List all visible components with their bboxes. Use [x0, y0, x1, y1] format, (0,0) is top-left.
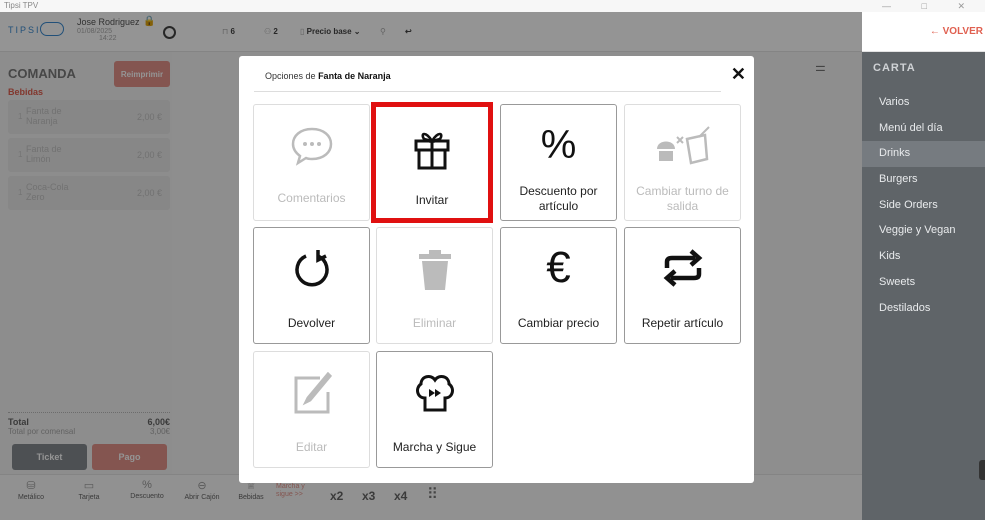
trash-icon [377, 248, 492, 303]
window-controls[interactable]: — □ ✕ [882, 0, 979, 12]
window-title: Tipsi TPV [4, 1, 39, 10]
item-options-modal: Opciones de Fanta de Naranja ✕ Comentari… [239, 56, 754, 483]
option-repetir-articulo[interactable]: Repetir artículo [624, 227, 741, 344]
option-cambiar-precio[interactable]: € Cambiar precio [500, 227, 617, 344]
option-label: Cambiar turno de salida [636, 184, 729, 213]
carta-category-varios[interactable]: Varios [862, 90, 985, 116]
option-eliminar[interactable]: Eliminar [376, 227, 493, 344]
carta-category-drinks[interactable]: Drinks [862, 141, 985, 168]
modal-title: Opciones de Fanta de Naranja [265, 71, 391, 81]
option-descuento-por-articulo[interactable]: % Descuento por artículo [500, 104, 617, 221]
carta-category-sweets[interactable]: Sweets [862, 270, 985, 296]
carta-category-kids[interactable]: Kids [862, 244, 985, 270]
option-marcha-y-sigue[interactable]: Marcha y Sigue [376, 351, 493, 468]
modal-divider [254, 91, 721, 92]
return-icon [254, 248, 369, 301]
carta-category-menu-del-dia[interactable]: Menú del día [862, 116, 985, 142]
filter-settings-icon[interactable]: ⚌ [815, 60, 826, 74]
carta-category-veggie-vegan[interactable]: Veggie y Vegan [862, 218, 985, 244]
option-label: Editar [295, 440, 328, 454]
carta-panel: CARTA Varios Menú del día Drinks Burgers… [862, 52, 985, 520]
repeat-icon [625, 248, 740, 299]
option-label: Eliminar [412, 316, 457, 330]
modal-title-item: Fanta de Naranja [318, 71, 391, 81]
option-label: Comentarios [277, 191, 346, 205]
option-label: Devolver [287, 316, 336, 330]
chef-hat-icon [377, 372, 492, 427]
speech-bubble-icon [254, 125, 369, 178]
gift-icon [376, 127, 488, 182]
option-cambiar-turno-de-salida[interactable]: Cambiar turno de salida [624, 104, 741, 221]
option-label: Cambiar precio [517, 316, 600, 330]
option-label: Marcha y Sigue [392, 440, 477, 454]
option-comentarios[interactable]: Comentarios [253, 104, 370, 221]
option-invitar[interactable]: Invitar [371, 102, 493, 223]
food-drink-icon [625, 125, 740, 180]
back-button[interactable]: ← VOLVER [930, 26, 983, 37]
option-editar[interactable]: Editar [253, 351, 370, 468]
edit-icon [254, 371, 369, 427]
side-tab-handle[interactable] [979, 460, 985, 480]
carta-category-side-orders[interactable]: Side Orders [862, 193, 985, 219]
option-devolver[interactable]: Devolver [253, 227, 370, 344]
modal-title-prefix: Opciones de [265, 71, 316, 81]
window-title-bar: Tipsi TPV — □ ✕ [0, 0, 985, 12]
option-label: Invitar [415, 193, 449, 207]
carta-category-burgers[interactable]: Burgers [862, 167, 985, 193]
close-icon[interactable]: ✕ [731, 64, 746, 85]
option-label: Descuento por artículo [519, 184, 598, 213]
option-label: Repetir artículo [641, 316, 724, 330]
carta-category-destilados[interactable]: Destilados [862, 296, 985, 322]
percent-icon: % [540, 123, 577, 167]
carta-title: CARTA [873, 62, 916, 74]
euro-icon: € [546, 243, 571, 292]
